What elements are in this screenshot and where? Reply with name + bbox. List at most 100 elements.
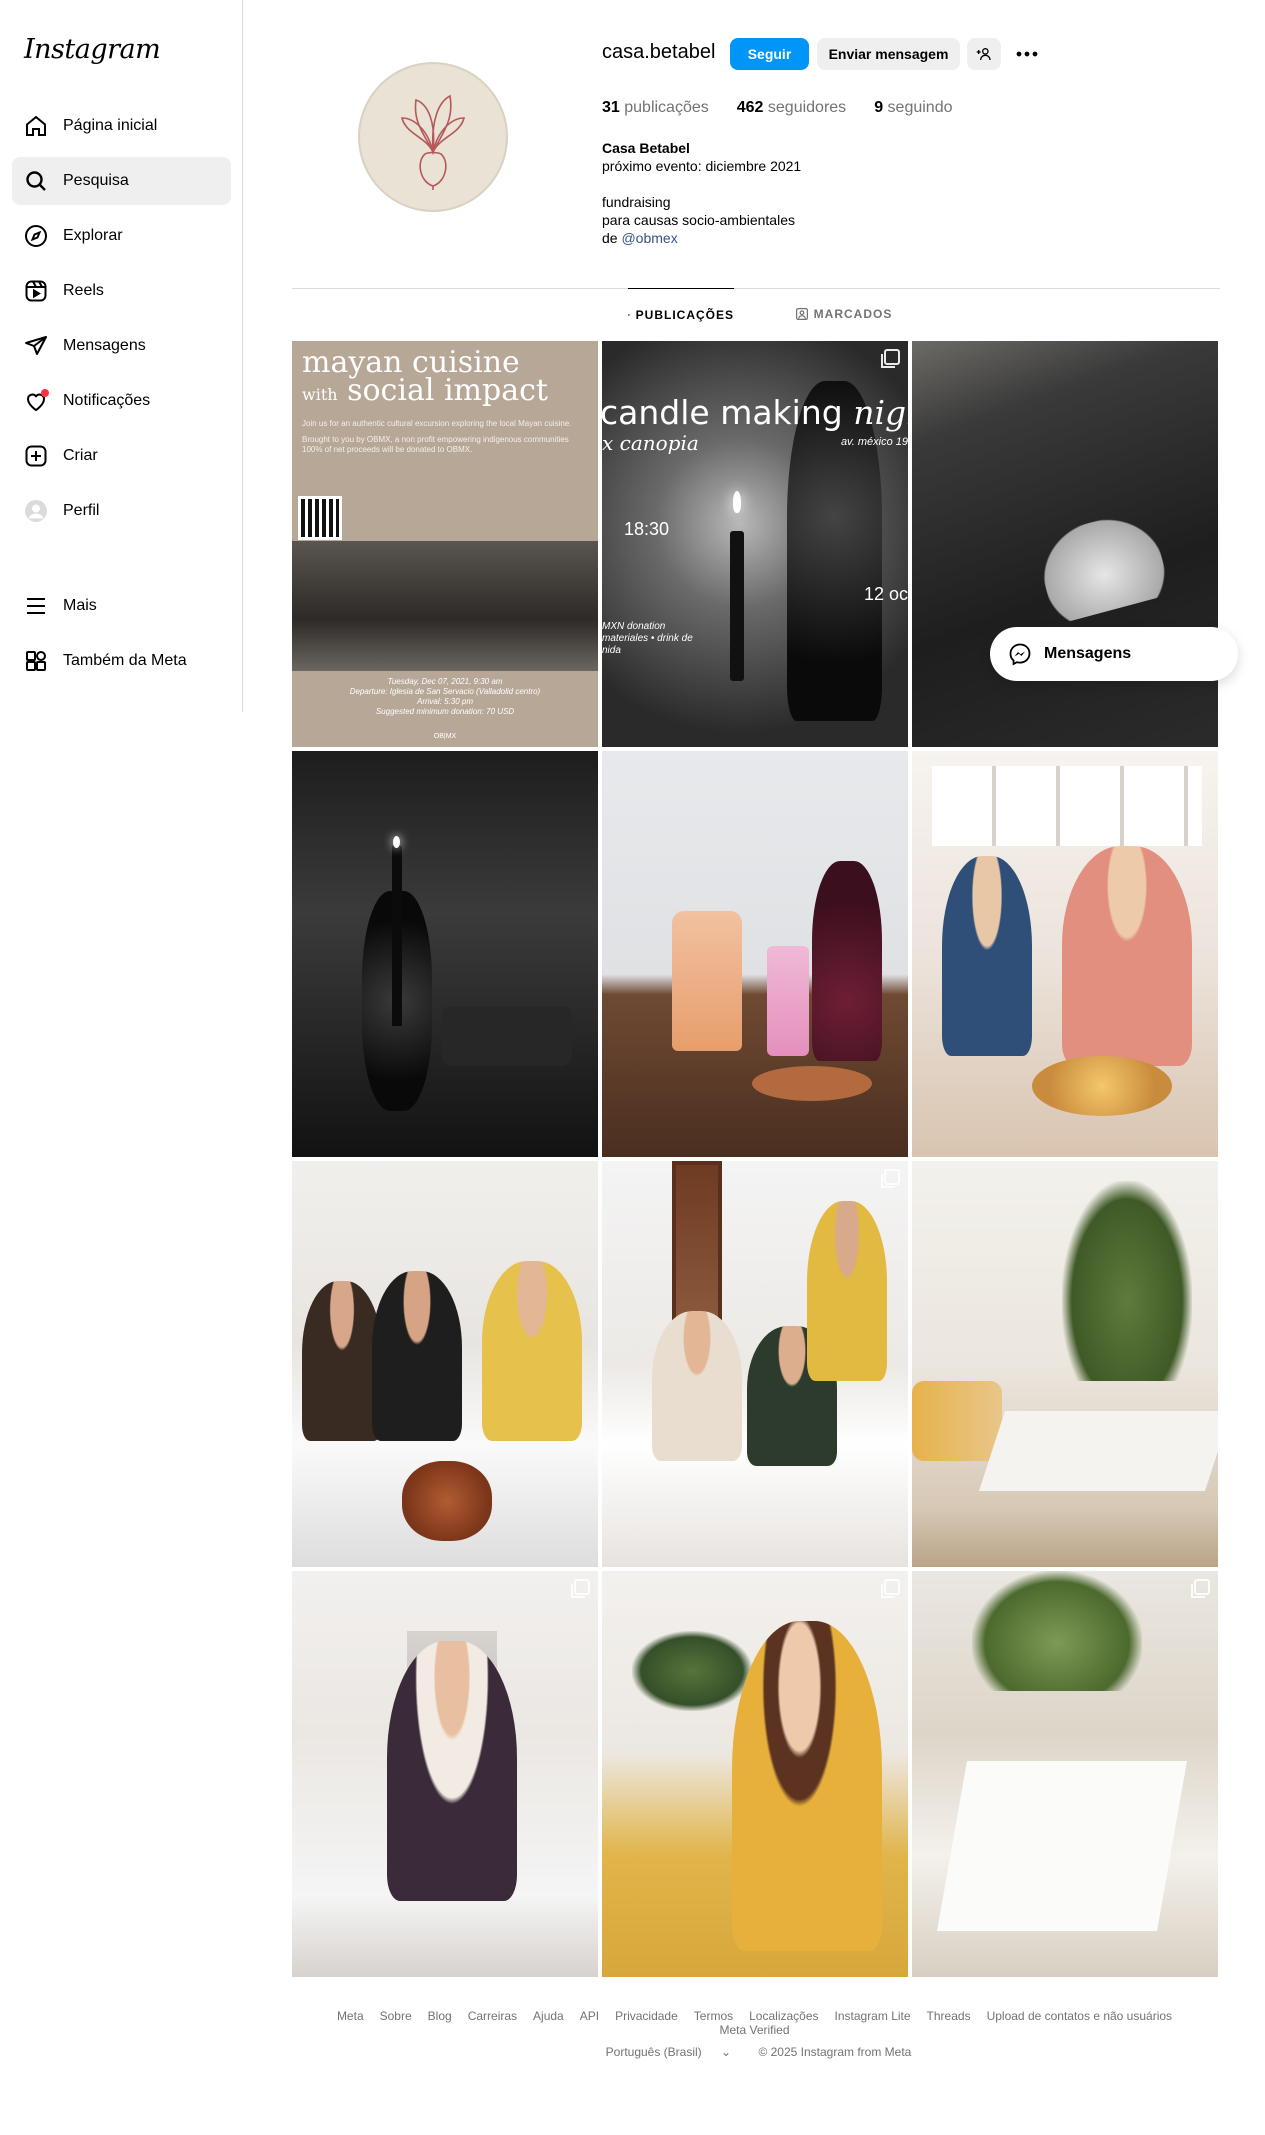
post-text: 18:30 <box>624 519 670 539</box>
reels-icon <box>23 278 49 304</box>
post-photo <box>932 766 1202 846</box>
post-photo <box>732 1621 882 1951</box>
post-text: mayan cuisine with social impact <box>302 348 588 409</box>
footer-link[interactable]: Meta Verified <box>719 2023 789 2037</box>
sidebar-item-label: Também da Meta <box>63 652 187 669</box>
profile-display-name: Casa Betabel <box>602 140 690 156</box>
post-text: MXN donation materiales • drink de nida <box>602 621 693 656</box>
post-photo <box>442 1006 572 1066</box>
profile-username: casa.betabel <box>602 41 716 63</box>
following-stat[interactable]: 9 seguindo <box>874 99 952 117</box>
footer-link[interactable]: Privacidade <box>615 2009 678 2023</box>
footer-link[interactable]: Instagram Lite <box>835 2009 911 2023</box>
post-info-line: Arrival: 5:30 pm <box>416 697 474 706</box>
sidebar-item-home[interactable]: Página inicial <box>12 102 231 150</box>
post-photo <box>372 1271 462 1441</box>
sidebar-item-notifications[interactable]: Notificações <box>12 377 231 425</box>
post-title: social impact <box>347 373 548 408</box>
chevron-down-icon: ⌄ <box>721 2045 732 2059</box>
posts-count: 31 <box>602 99 620 116</box>
sidebar-item-label: Criar <box>63 447 98 464</box>
sidebar-item-label: Página inicial <box>63 117 158 134</box>
profile-avatar-large[interactable] <box>358 62 508 212</box>
post-tile[interactable] <box>602 1161 908 1567</box>
search-icon <box>23 168 49 194</box>
compass-icon <box>23 223 49 249</box>
post-photo <box>1032 507 1172 625</box>
bio-mention-link[interactable]: @obmex <box>621 230 677 246</box>
post-photo <box>807 1201 887 1381</box>
messages-floating-button[interactable]: Mensagens <box>990 627 1238 681</box>
more-options-button[interactable] <box>1010 38 1044 70</box>
post-photo <box>787 381 882 721</box>
sidebar-item-reels[interactable]: Reels <box>12 267 231 315</box>
sidebar-item-profile[interactable]: Perfil <box>12 487 231 535</box>
carousel-icon <box>881 349 900 368</box>
sidebar-item-messages[interactable]: Mensagens <box>12 322 231 370</box>
profile-stats: 31 publicações 462 seguidores 9 seguindo <box>602 99 981 117</box>
footer-link[interactable]: Ajuda <box>533 2009 564 2023</box>
footer-link[interactable]: Threads <box>927 2009 971 2023</box>
copyright: © 2025 Instagram from Meta <box>758 2045 912 2059</box>
post-photo <box>1032 1056 1172 1116</box>
footer-link[interactable]: Sobre <box>380 2009 412 2023</box>
footer-link[interactable]: API <box>580 2009 599 2023</box>
footer-link[interactable]: Meta <box>337 2009 364 2023</box>
carousel-icon <box>1191 1579 1210 1598</box>
bio-prefix: de <box>602 230 618 246</box>
sidebar-item-also-from-meta[interactable]: Também da Meta <box>12 637 231 685</box>
tab-tagged[interactable]: MARCADOS <box>794 288 894 340</box>
post-tile[interactable] <box>912 1571 1218 1977</box>
post-text: av. méxico 19 <box>840 436 908 448</box>
bio-line <box>602 175 801 193</box>
footer-link[interactable]: Blog <box>428 2009 452 2023</box>
sidebar-item-search[interactable]: Pesquisa <box>12 157 231 205</box>
send-message-button[interactable]: Enviar mensagem <box>817 38 960 70</box>
followers-count: 462 <box>736 99 764 116</box>
post-tile[interactable] <box>912 751 1218 1157</box>
post-text: Brought to you by OBMX, a non profit emp… <box>302 435 569 454</box>
messenger-icon <box>1009 643 1031 666</box>
heart-icon <box>23 388 49 414</box>
sidebar-item-explore[interactable]: Explorar <box>12 212 231 260</box>
post-photo <box>672 911 742 1051</box>
post-photo <box>302 1281 382 1441</box>
footer-link[interactable]: Termos <box>694 2009 733 2023</box>
post-tile[interactable] <box>912 341 1218 747</box>
tab-posts[interactable]: PUBLICAÇÕES <box>628 288 734 340</box>
send-icon <box>23 333 49 359</box>
post-tile[interactable] <box>912 1161 1218 1567</box>
carousel-icon <box>881 1169 900 1188</box>
sidebar-item-label: Perfil <box>63 502 100 519</box>
post-photo <box>672 1161 722 1331</box>
language-selector[interactable]: Português (Brasil) ⌄ <box>598 2045 739 2059</box>
sidebar: Instagram Página inicial Pesquisa Explor… <box>0 0 243 712</box>
profile-avatar <box>23 498 49 524</box>
post-tile[interactable]: candle making night x canopia av. méxico… <box>602 341 908 747</box>
post-info-line: Suggested minimum donation: 70 USD <box>375 707 515 716</box>
suggested-users-button[interactable] <box>967 38 1001 70</box>
sidebar-item-create[interactable]: Criar <box>12 432 231 480</box>
footer-link[interactable]: Localizações <box>749 2009 818 2023</box>
home-icon <box>23 113 49 139</box>
post-photo <box>1062 846 1192 1066</box>
post-title: candle making <box>602 393 843 432</box>
post-tile[interactable]: mayan cuisine with social impact Join us … <box>292 341 598 747</box>
sidebar-item-more[interactable]: Mais <box>12 582 231 630</box>
footer-link[interactable]: Carreiras <box>468 2009 517 2023</box>
post-tile[interactable] <box>602 751 908 1157</box>
follow-button[interactable]: Seguir <box>730 38 809 70</box>
footer-link[interactable]: Upload de contatos e não usuários <box>987 2009 1172 2023</box>
post-tile[interactable] <box>602 1571 908 1977</box>
followers-stat[interactable]: 462 seguidores <box>737 99 846 117</box>
post-text: Join us for an authentic cultural excurs… <box>302 419 572 428</box>
tab-label: PUBLICAÇÕES <box>635 307 734 322</box>
posts-stat: 31 publicações <box>602 99 709 117</box>
post-tile[interactable] <box>292 1571 598 1977</box>
footer-links: Meta Sobre Blog Carreiras Ajuda API Priv… <box>292 2009 1217 2037</box>
instagram-logo[interactable]: Instagram <box>24 34 161 65</box>
post-tile[interactable] <box>292 751 598 1157</box>
post-text: Tuesday, Dec 07, 2021, 9:30 am Departure… <box>292 677 598 717</box>
post-tile[interactable] <box>292 1161 598 1567</box>
grid-icon <box>628 313 630 316</box>
